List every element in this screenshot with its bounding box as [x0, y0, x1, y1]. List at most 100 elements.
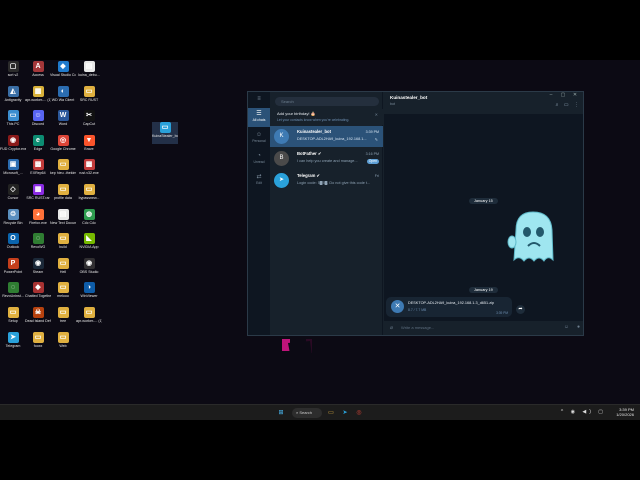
desktop-icon[interactable]: ◭ Antigravity [0, 85, 26, 108]
app-icon: ▼ [83, 134, 95, 146]
desktop-icon[interactable]: ▭ bypassnew... [76, 184, 102, 206]
birthday-banner[interactable]: Add your birthday! 🎂 Let your contacts k… [270, 109, 383, 125]
system-tray[interactable]: ^ ◉ ◀) ▢ [561, 409, 606, 415]
desktop-icon[interactable]: ▭ melooo [50, 282, 76, 304]
clock[interactable]: 3:39 PM 1/20/2026 [616, 407, 634, 417]
desktop-icon[interactable]: ▭ SRC RUST [76, 85, 102, 108]
dragged-desktop-icon[interactable]: ▭ KuinaStealer_bot [152, 122, 178, 144]
message-input[interactable]: Write a message... [401, 325, 434, 330]
desktop-icon[interactable]: ▩ EXRep64 [25, 159, 51, 181]
app-icon: ◑ [83, 282, 95, 294]
sidebar-toggle-icon[interactable]: ▭ [564, 102, 569, 108]
desktop-icon[interactable]: e Edge [25, 134, 51, 157]
desktop-icon[interactable]: ◌ RevoWG [25, 233, 51, 255]
menu-button[interactable]: ≡ [248, 92, 270, 106]
folder-personal[interactable]: ☺ Personal [248, 129, 270, 148]
desktop-icon-label: bypassnew... [78, 196, 100, 200]
desktop-icon[interactable]: ▭ Web [50, 331, 76, 354]
chat-preview: I can help you create and manage... [297, 159, 358, 163]
desktop-icon-label: Access [32, 73, 44, 77]
desktop-icon[interactable]: ◆Visual Studio Code [50, 61, 76, 83]
desktop-icon[interactable]: ◕ Firefox.exe [25, 208, 51, 231]
desktop-icon[interactable]: ◎ Google Chrome [50, 134, 76, 157]
desktop-icon[interactable]: ◍ Cốc Cốc [76, 208, 102, 231]
chat-list-item[interactable]: ➤ Telegram ✔ Fri Login code: 5█5█. Do not g… [270, 170, 383, 191]
desktop-icon[interactable]: ◉ OBS Studio [76, 257, 102, 280]
maximize-icon[interactable]: ▢ [557, 92, 569, 98]
folder-all-chats[interactable]: ☰ All chats [248, 108, 270, 127]
close-window-icon[interactable]: ✕ [569, 92, 581, 98]
desktop-icon[interactable]: ◐ WD Wa Client [50, 85, 76, 108]
desktop-icon[interactable]: ☺ Discord [25, 110, 51, 132]
chat-list-item[interactable]: B BotFather ✔ 3:16 PM I can help you create… [270, 148, 383, 169]
desktop-icon-label: WinViewer [80, 294, 98, 299]
file-message[interactable]: ✕ DESKTOP-ADL2HA9_kuina_192.168.1.3_d651… [386, 297, 512, 317]
app-icon: ◎ [57, 134, 69, 146]
close-icon[interactable]: ✕ [375, 112, 378, 117]
desktop-icon[interactable]: ◌ RevoUninst... [0, 282, 26, 304]
desktop-icon-label: Recycle Bin [3, 220, 23, 225]
desktop-icon[interactable]: ➤ Telegram [0, 331, 26, 354]
desktop-icon[interactable]: ▩ rust.v32.exe [76, 159, 102, 181]
desktop-icon[interactable]: ▭ profile data [50, 184, 76, 206]
desktop-icon-label: Hell [59, 269, 67, 274]
desktop-icon[interactable]: P PowerPoint [0, 257, 26, 280]
app-icon: ◉ [83, 257, 95, 269]
chat-list-item[interactable]: K Kuinastealer_bot 3:39 PM DESKTOP-ADL2HA9_… [270, 126, 383, 147]
forward-button[interactable]: ➦ [516, 305, 525, 314]
app-icon: ◌ [7, 282, 19, 294]
desktop-icon[interactable]: ◣ NVIDIA App [76, 233, 102, 255]
desktop-icon[interactable]: ◆ Chatted Together [25, 282, 51, 304]
telegram-taskbar-icon[interactable]: ➤ [340, 408, 350, 418]
app-icon: ♲ [7, 208, 19, 220]
ghost-sticker [507, 211, 554, 262]
desktop-icon-label: Web [59, 343, 67, 348]
desktop-icon[interactable]: ▭ This PC [0, 110, 26, 132]
desktop-icon[interactable]: ▣ Microsoft_... [0, 159, 26, 181]
desktop-icon[interactable]: ◇ Cursor [0, 184, 26, 206]
desktop-icon[interactable]: ▤ kuina_debu... [76, 61, 102, 83]
attach-icon[interactable]: ⌀ [390, 325, 393, 331]
desktop-icon[interactable]: ▭ build [50, 233, 76, 255]
desktop-icon[interactable]: ▭ Setup [0, 307, 26, 329]
desktop-icon[interactable]: ▼ Brave [76, 134, 102, 157]
app-icon: ▭ [57, 159, 69, 171]
more-icon[interactable]: ⋮ [574, 102, 579, 108]
folder-edit[interactable]: ⇄ Edit [248, 171, 270, 190]
desktop-icon[interactable]: ✂ CapCut [76, 110, 102, 132]
app-icon: W [57, 110, 69, 122]
app-icon: ▤ [57, 208, 69, 220]
emoji-icon[interactable]: ☺ [564, 324, 569, 330]
desktop-icon[interactable]: W Word [50, 110, 76, 132]
desktop-icon[interactable]: ▭ tree [50, 307, 76, 329]
microphone-icon[interactable]: ● [577, 324, 580, 330]
desktop-icon[interactable]: O Outlook [0, 233, 26, 255]
desktop-icon[interactable]: ▤New Text Document.txt [50, 208, 76, 231]
open-badge[interactable]: Open [366, 159, 379, 164]
file-icon[interactable]: ✕ [391, 300, 404, 313]
desktop-icon[interactable]: ◉ FUD Cryptor.exe [0, 134, 26, 157]
desktop-icon[interactable]: ◉ Steam [25, 257, 51, 280]
desktop-icon[interactable]: ▭ fooxx [25, 331, 51, 354]
start-icon[interactable]: ⊞ [276, 408, 286, 418]
desktop-icon[interactable]: A Access [25, 61, 51, 83]
desktop-icon[interactable]: ♲ Recycle Bin [0, 208, 26, 231]
desktop-icon[interactable]: ☠Dead Island Definitive... [25, 307, 51, 329]
search-input[interactable]: Search [275, 97, 379, 106]
desktop-icon[interactable]: ▦ SRC RUST.rar [25, 184, 51, 206]
desktop-icon[interactable]: ▭ apr-worker-... (1) [76, 307, 102, 329]
avatar: K [274, 129, 289, 144]
file-size: 8.7 / 7.7 MB [408, 308, 427, 312]
desktop-icon[interactable]: ▦apr-worker-... (1).zip [25, 85, 51, 108]
folder-unread[interactable]: ◔ Unread [248, 150, 270, 169]
chrome-taskbar-icon[interactable]: ◎ [354, 408, 364, 418]
desktop-icon[interactable]: ▭ Hell [50, 257, 76, 280]
minimize-icon[interactable]: – [545, 92, 557, 98]
file-explorer-icon[interactable]: ▭ [326, 408, 336, 418]
app-icon: O [7, 233, 19, 245]
desktop-icon[interactable]: ▭ kep hieu -thekim [50, 159, 76, 181]
search-icon[interactable]: ⌕ [556, 102, 559, 108]
taskbar-search[interactable]: ⌕ Search [292, 408, 322, 418]
desktop-icon[interactable]: ◑ WinViewer [76, 282, 102, 304]
desktop-icon[interactable]: ▢ scrt v2 [0, 61, 26, 83]
